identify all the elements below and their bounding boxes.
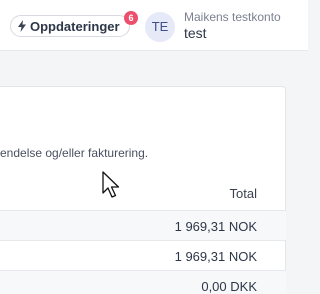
- table-row[interactable]: 1 969,31 NOK: [0, 210, 286, 241]
- row-total: 1 969,31 NOK: [174, 219, 257, 234]
- card-description: endelse og/eller fakturering.: [0, 146, 149, 160]
- column-header-total: Total: [229, 186, 257, 201]
- table-row[interactable]: 0,00 DKK: [0, 270, 286, 294]
- updates-button-label: Oppdateringer: [30, 18, 120, 34]
- account-user[interactable]: test: [184, 25, 207, 41]
- row-total: 0,00 DKK: [201, 279, 257, 294]
- table-row[interactable]: 1 969,31 NOK: [0, 240, 286, 271]
- updates-count-badge: 6: [124, 11, 138, 25]
- top-bar: Oppdateringer 6 TE Maikens testkonto tes…: [0, 0, 308, 51]
- account-name[interactable]: Maikens testkonto: [184, 10, 281, 24]
- lightning-icon: [18, 20, 26, 32]
- updates-button[interactable]: Oppdateringer: [10, 15, 130, 37]
- app-root: Oppdateringer 6 TE Maikens testkonto tes…: [0, 0, 308, 294]
- avatar[interactable]: TE: [145, 12, 175, 42]
- row-total: 1 969,31 NOK: [174, 249, 257, 264]
- mouse-pointer-icon: [102, 171, 120, 198]
